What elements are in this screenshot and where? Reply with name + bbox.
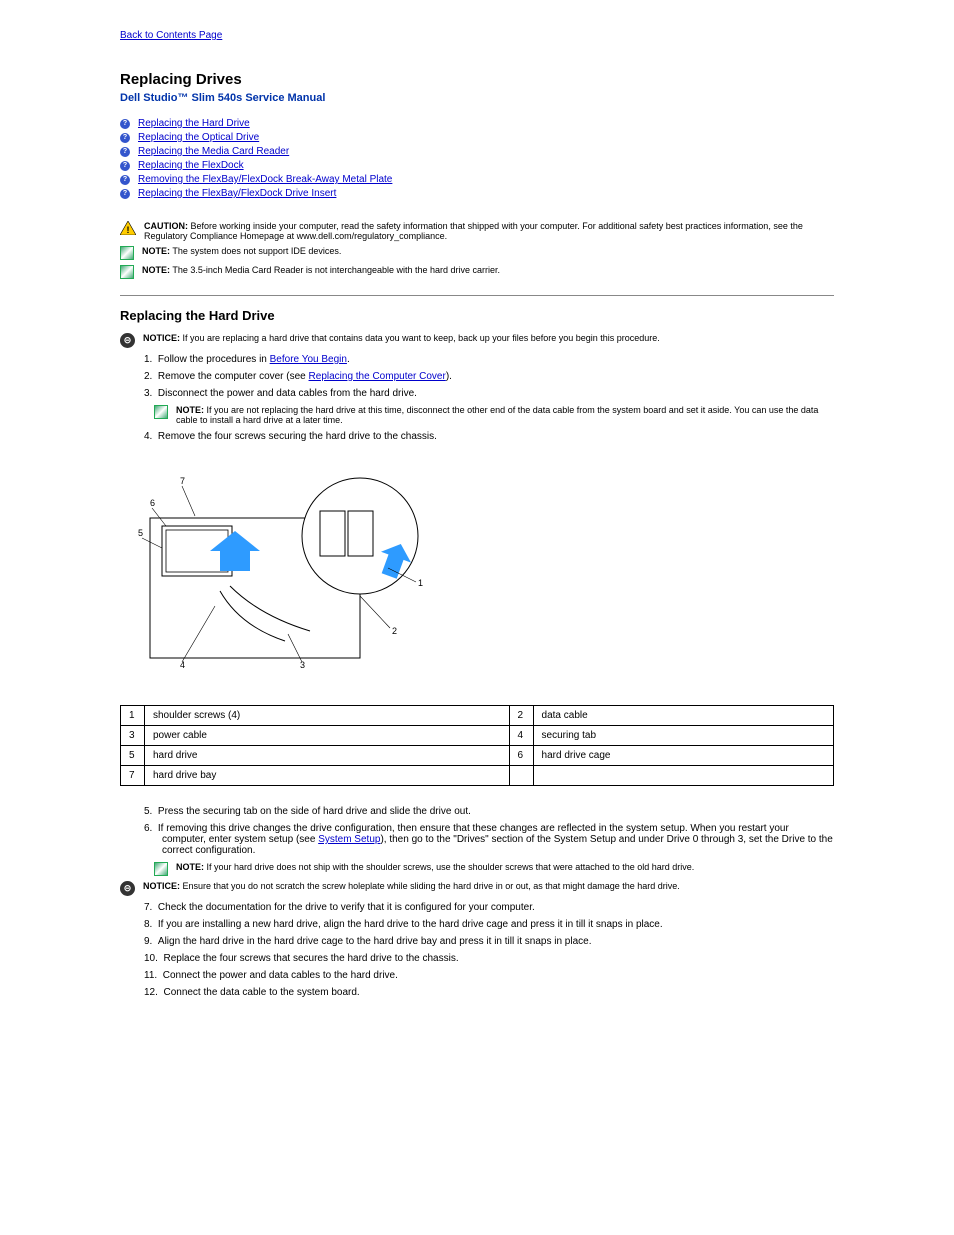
step-2: 2. Remove the computer cover (see Replac…: [144, 371, 834, 382]
notice-1: NOTICE: If you are replacing a hard driv…: [143, 333, 660, 343]
cell: 4: [509, 726, 533, 746]
cell: shoulder screws (4): [145, 706, 510, 726]
step-4: 4. Remove the four screws securing the h…: [144, 431, 834, 442]
note-1: NOTE: The system does not support IDE de…: [142, 246, 341, 256]
cell: power cable: [145, 726, 510, 746]
cell: hard drive bay: [145, 766, 510, 786]
note-step: NOTE: If you are not replacing the hard …: [176, 405, 834, 425]
parts-table: 1 shoulder screws (4) 2 data cable 3 pow…: [120, 705, 834, 786]
note-2: NOTE: The 3.5-inch Media Card Reader is …: [142, 265, 500, 275]
step-6: 6. If removing this drive changes the dr…: [144, 823, 834, 856]
link-computer-cover[interactable]: Replacing the Computer Cover: [309, 371, 446, 382]
caution-icon: !: [120, 221, 136, 235]
cell: 2: [509, 706, 533, 726]
link-before-you-begin[interactable]: Before You Begin: [270, 354, 347, 365]
step-9: 9. Align the hard drive in the hard driv…: [144, 936, 834, 947]
cell: [509, 766, 533, 786]
bullet-icon: ?: [120, 147, 130, 157]
step-3: 3. Disconnect the power and data cables …: [144, 388, 834, 399]
note-icon: [154, 862, 168, 876]
note-icon: [120, 265, 134, 279]
cell: 7: [121, 766, 145, 786]
cell: hard drive: [145, 746, 510, 766]
page-subtitle: Dell Studio™ Slim 540s Service Manual: [120, 92, 834, 104]
bullet-icon: ?: [120, 189, 130, 199]
svg-text:6: 6: [150, 498, 155, 508]
hard-drive-diagram: 7 6 5 4 3 2 1: [120, 456, 430, 676]
section-title-hard-drive: Replacing the Hard Drive: [120, 295, 834, 323]
svg-text:3: 3: [300, 660, 305, 670]
toc-link-media-card-reader[interactable]: Replacing the Media Card Reader: [138, 146, 289, 157]
step-8: 8. If you are installing a new hard driv…: [144, 919, 834, 930]
svg-text:!: !: [127, 225, 130, 235]
caution-text: CAUTION: Before working inside your comp…: [144, 221, 834, 241]
table-of-contents: ? Replacing the Hard Drive ? Replacing the…: [120, 118, 834, 199]
page-title: Replacing Drives: [120, 71, 834, 88]
svg-text:2: 2: [392, 626, 397, 636]
step-12: 12. Connect the data cable to the system…: [144, 987, 834, 998]
cell: 3: [121, 726, 145, 746]
cell: hard drive cage: [533, 746, 833, 766]
bullet-icon: ?: [120, 161, 130, 171]
cell: 5: [121, 746, 145, 766]
link-system-setup[interactable]: System Setup: [318, 834, 380, 845]
step-11: 11. Connect the power and data cables to…: [144, 970, 834, 981]
bullet-icon: ?: [120, 133, 130, 143]
svg-text:5: 5: [138, 528, 143, 538]
svg-text:7: 7: [180, 476, 185, 486]
step-5: 5. Press the securing tab on the side of…: [144, 806, 834, 817]
cell: data cable: [533, 706, 833, 726]
svg-text:1: 1: [418, 578, 423, 588]
toc-link-flexdock[interactable]: Replacing the FlexDock: [138, 160, 244, 171]
bullet-icon: ?: [120, 119, 130, 129]
notice-2: NOTICE: Ensure that you do not scratch t…: [143, 881, 680, 891]
step-1: 1. Follow the procedures in Before You B…: [144, 354, 834, 365]
toc-link-metal-plate[interactable]: Removing the FlexBay/FlexDock Break-Away…: [138, 174, 392, 185]
step-10: 10. Replace the four screws that secures…: [144, 953, 834, 964]
toc-link-hard-drive[interactable]: Replacing the Hard Drive: [138, 118, 250, 129]
cell: 1: [121, 706, 145, 726]
cell: [533, 766, 833, 786]
note-icon: [154, 405, 168, 419]
note-shoulder-screws: NOTE: If your hard drive does not ship w…: [176, 862, 694, 872]
notice-icon: ⊝: [120, 881, 135, 896]
cell: securing tab: [533, 726, 833, 746]
note-icon: [120, 246, 134, 260]
notice-icon: ⊝: [120, 333, 135, 348]
toc-link-drive-insert[interactable]: Replacing the FlexBay/FlexDock Drive Ins…: [138, 188, 336, 199]
bullet-icon: ?: [120, 175, 130, 185]
cell: 6: [509, 746, 533, 766]
step-7: 7. Check the documentation for the drive…: [144, 902, 834, 913]
back-to-contents-link[interactable]: Back to Contents Page: [120, 30, 222, 41]
toc-link-optical-drive[interactable]: Replacing the Optical Drive: [138, 132, 259, 143]
